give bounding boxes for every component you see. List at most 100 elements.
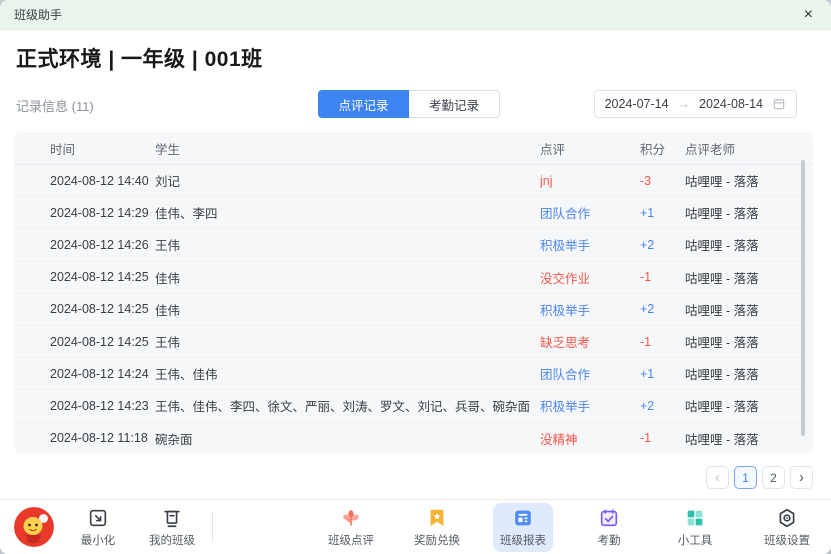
row-points: +2 [640, 302, 685, 316]
row-time: 2024-08-12 14:25 [50, 270, 155, 284]
dock-item-label: 班级点评 [328, 532, 374, 548]
window-title: 班级助手 [14, 6, 62, 23]
dock-item-my-class[interactable]: 我的班级 [142, 503, 202, 552]
column-header: 时间 [50, 139, 155, 158]
date-end-value[interactable]: 2024-08-14 [699, 97, 763, 111]
date-start-value[interactable]: 2024-07-14 [605, 97, 669, 111]
table-row: 2024-08-12 14:40刘记jnj-3咕哩哩 - 落落 [14, 165, 813, 197]
row-time: 2024-08-12 14:25 [50, 302, 155, 316]
row-comment: 没交作业 [540, 268, 640, 287]
tools-grid-icon [684, 506, 706, 530]
dock-item-tools[interactable]: 小工具 [665, 503, 725, 552]
dock-item-label: 考勤 [598, 532, 621, 548]
row-points: -1 [640, 335, 685, 349]
pagination: ‹12› [18, 466, 813, 489]
row-time: 2024-08-12 14:25 [50, 335, 155, 349]
row-comment: 积极举手 [540, 300, 640, 319]
row-points: +1 [640, 206, 685, 220]
table-row: 2024-08-12 11:18碗杂面没精神-1咕哩哩 - 落落 [14, 423, 813, 454]
table-header: 时间学生点评积分点评老师 [14, 132, 813, 165]
table-row: 2024-08-12 14:25佳伟没交作业-1咕哩哩 - 落落 [14, 262, 813, 294]
date-range-picker[interactable]: 2024-07-14 → 2024-08-14 [594, 90, 797, 118]
date-range-arrow: → [678, 97, 691, 111]
tab-review-records[interactable]: 点评记录 [318, 90, 409, 118]
minimize-icon [87, 506, 109, 530]
dock-item-label: 我的班级 [149, 532, 195, 548]
my-class-icon [161, 506, 183, 530]
row-comment: 团队合作 [540, 203, 640, 222]
dock-item-class-review[interactable]: 班级点评 [321, 503, 381, 552]
row-students: 佳伟 [155, 268, 540, 287]
column-header: 点评老师 [685, 139, 813, 158]
close-icon[interactable]: × [800, 5, 817, 25]
records-table: 时间学生点评积分点评老师 2024-08-12 14:40刘记jnj-3咕哩哩 … [14, 132, 813, 454]
row-students: 王伟、佳伟 [155, 364, 540, 383]
row-teacher: 咕哩哩 - 落落 [685, 268, 813, 287]
scrollbar-thumb[interactable] [801, 160, 805, 436]
class-assistant-window: 班级助手 × 正式环境 | 一年级 | 001班 记录信息 (11) 点评记录考… [0, 0, 831, 554]
header: 正式环境 | 一年级 | 001班 [0, 43, 831, 73]
row-students: 佳伟 [155, 300, 540, 319]
row-comment: jnj [540, 174, 640, 188]
table-row: 2024-08-12 14:25王伟缺乏思考-1咕哩哩 - 落落 [14, 326, 813, 358]
mascot-avatar[interactable] [14, 507, 54, 547]
bottom-dock: 最小化我的班级 班级点评奖励兑换班级报表考勤小工具 班级设置 [0, 499, 831, 554]
table-body: 2024-08-12 14:40刘记jnj-3咕哩哩 - 落落2024-08-1… [14, 165, 813, 454]
dock-item-label: 奖励兑换 [414, 532, 460, 548]
row-teacher: 咕哩哩 - 落落 [685, 235, 813, 254]
row-points: +2 [640, 238, 685, 252]
row-points: -1 [640, 431, 685, 445]
row-students: 王伟 [155, 332, 540, 351]
flower-icon [340, 506, 362, 530]
pagination-page-2[interactable]: 2 [762, 466, 785, 489]
row-teacher: 咕哩哩 - 落落 [685, 332, 813, 351]
row-teacher: 咕哩哩 - 落落 [685, 300, 813, 319]
row-students: 王伟 [155, 235, 540, 254]
table-row: 2024-08-12 14:23王伟、佳伟、李四、徐文、严丽、刘涛、罗文、刘记、… [14, 390, 813, 422]
row-time: 2024-08-12 11:18 [50, 431, 155, 445]
dock-divider [212, 512, 213, 542]
row-time: 2024-08-12 14:40 [50, 174, 155, 188]
dock-item-attendance[interactable]: 考勤 [579, 503, 639, 552]
dock-item-label: 最小化 [81, 532, 116, 548]
tab-attendance-records[interactable]: 考勤记录 [409, 90, 500, 118]
row-students: 王伟、佳伟、李四、徐文、严丽、刘涛、罗文、刘记、兵哥、碗杂面 [155, 396, 540, 415]
table-row: 2024-08-12 14:26王伟积极举手+2咕哩哩 - 落落 [14, 229, 813, 261]
dock-item-reward-exchange[interactable]: 奖励兑换 [407, 503, 467, 552]
dock-item-class-report[interactable]: 班级报表 [493, 503, 553, 552]
row-points: -3 [640, 174, 685, 188]
row-points: +1 [640, 367, 685, 381]
pagination-page-1[interactable]: 1 [734, 466, 757, 489]
dock-item-label: 小工具 [678, 532, 713, 548]
record-info-label: 记录信息 (11) [16, 96, 94, 115]
row-students: 佳伟、李四 [155, 203, 540, 222]
dock-item-label: 班级报表 [500, 532, 546, 548]
row-comment: 团队合作 [540, 364, 640, 383]
pagination-prev-button[interactable]: ‹ [706, 466, 729, 489]
dock-item-minimize[interactable]: 最小化 [68, 503, 128, 552]
record-tabs: 点评记录考勤记录 [318, 90, 500, 118]
column-header: 积分 [640, 139, 685, 158]
row-time: 2024-08-12 14:23 [50, 399, 155, 413]
row-points: +2 [640, 399, 685, 413]
row-teacher: 咕哩哩 - 落落 [685, 364, 813, 383]
pagination-next-button[interactable]: › [790, 466, 813, 489]
row-teacher: 咕哩哩 - 落落 [685, 396, 813, 415]
row-comment: 积极举手 [540, 396, 640, 415]
dock-center-section: 班级点评 奖励兑换 班级报表 考勤 小工具 [251, 503, 795, 552]
column-header: 点评 [540, 139, 640, 158]
dock-left-section: 最小化 我的班级 [14, 503, 202, 552]
row-comment: 缺乏思考 [540, 332, 640, 351]
reward-bookmark-icon [426, 506, 448, 530]
calendar-icon [772, 97, 786, 111]
row-comment: 积极举手 [540, 235, 640, 254]
titlebar: 班级助手 × [0, 0, 831, 30]
report-icon [512, 506, 534, 530]
table-row: 2024-08-12 14:29佳伟、李四团队合作+1咕哩哩 - 落落 [14, 197, 813, 229]
row-time: 2024-08-12 14:26 [50, 238, 155, 252]
row-time: 2024-08-12 14:29 [50, 206, 155, 220]
row-teacher: 咕哩哩 - 落落 [685, 429, 813, 448]
row-students: 碗杂面 [155, 429, 540, 448]
attendance-calendar-icon [598, 506, 620, 530]
table-row: 2024-08-12 14:25佳伟积极举手+2咕哩哩 - 落落 [14, 294, 813, 326]
